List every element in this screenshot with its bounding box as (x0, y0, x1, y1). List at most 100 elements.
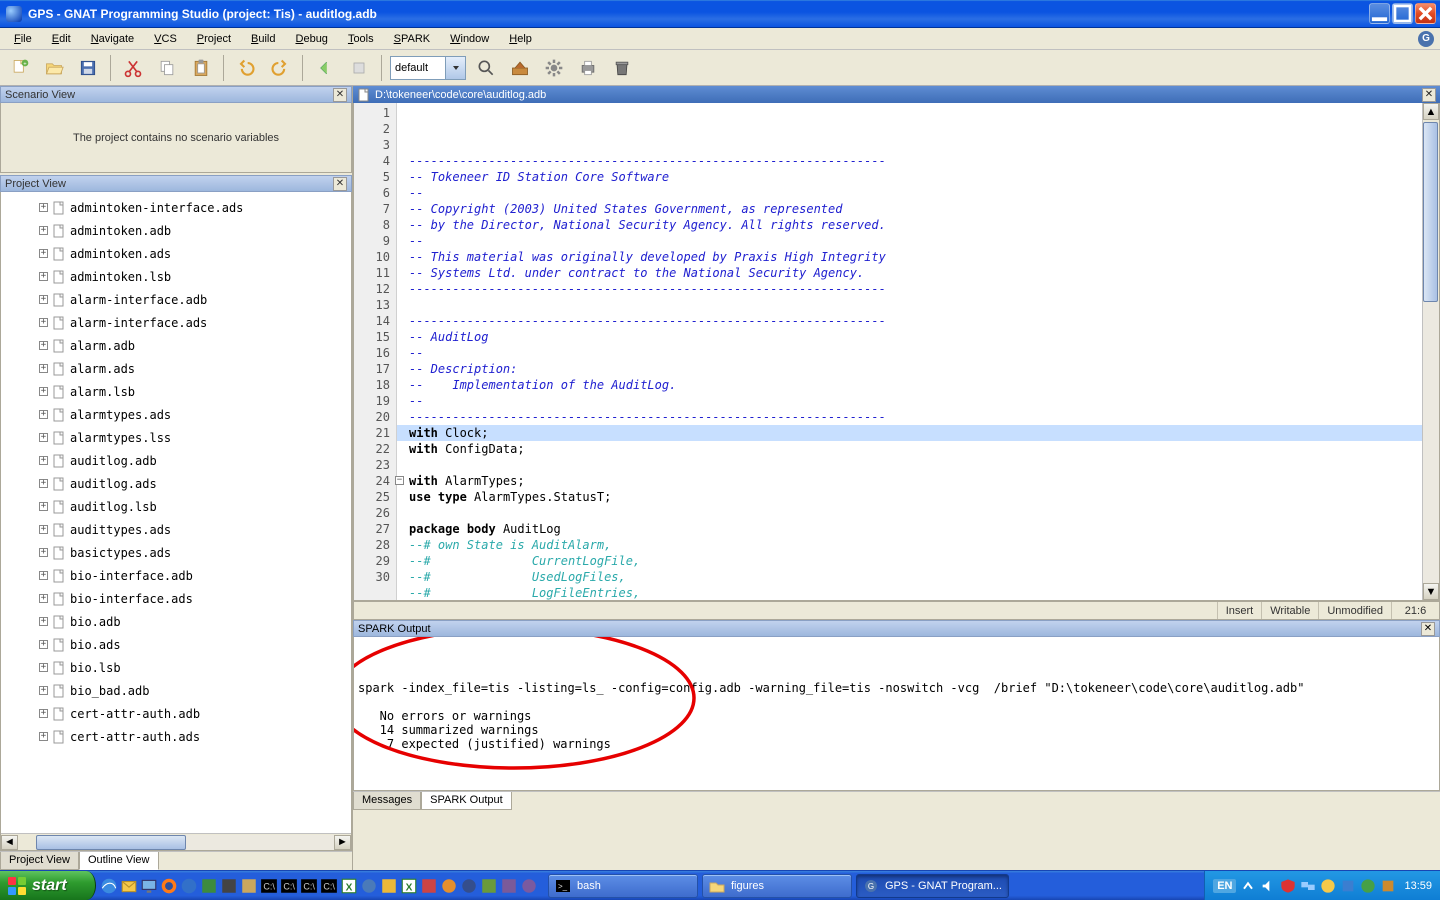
code-line[interactable]: -- Implementation of the AuditLog. (409, 377, 1422, 393)
code-line[interactable]: -- (409, 233, 1422, 249)
ql-app7-icon[interactable] (420, 877, 438, 895)
tray-app3-icon[interactable] (1360, 878, 1376, 894)
code-line[interactable]: ----------------------------------------… (409, 281, 1422, 297)
menu-help[interactable]: Help (501, 31, 540, 47)
ql-app1-icon[interactable] (200, 877, 218, 895)
target-combo[interactable] (390, 56, 466, 80)
ql-outlook-icon[interactable] (120, 877, 138, 895)
code-line[interactable]: with AlarmTypes; (409, 473, 1422, 489)
ql-term2-icon[interactable]: C:\ (280, 877, 298, 895)
print-button[interactable] (574, 54, 602, 82)
tree-expand-icon[interactable]: + (39, 709, 48, 718)
paste-button[interactable] (187, 54, 215, 82)
nav-forward-button[interactable] (345, 54, 373, 82)
tray-app4-icon[interactable] (1380, 878, 1396, 894)
tray-app2-icon[interactable] (1340, 878, 1356, 894)
tree-expand-icon[interactable]: + (39, 272, 48, 281)
cut-button[interactable] (119, 54, 147, 82)
menu-project[interactable]: Project (189, 31, 239, 47)
new-file-button[interactable]: + (6, 54, 34, 82)
redo-button[interactable] (266, 54, 294, 82)
tray-network-icon[interactable] (1300, 878, 1316, 894)
code-line[interactable]: with Clock; (409, 425, 1422, 441)
code-line[interactable]: use type AlarmTypes.StatusT; (409, 489, 1422, 505)
ql-thunderbird-icon[interactable] (180, 877, 198, 895)
start-button[interactable]: start (0, 871, 96, 900)
tray-app1-icon[interactable] (1320, 878, 1336, 894)
ql-app12-icon[interactable] (520, 877, 538, 895)
tree-expand-icon[interactable]: + (39, 387, 48, 396)
code-line[interactable]: -- Description: (409, 361, 1422, 377)
tree-expand-icon[interactable]: + (39, 663, 48, 672)
code-line[interactable]: -- Tokeneer ID Station Core Software (409, 169, 1422, 185)
ql-term3-icon[interactable]: C:\ (300, 877, 318, 895)
code-line[interactable]: ----------------------------------------… (409, 409, 1422, 425)
tree-expand-icon[interactable]: + (39, 318, 48, 327)
ql-desktop-icon[interactable] (140, 877, 158, 895)
code-line[interactable]: -- Copyright (2003) United States Govern… (409, 201, 1422, 217)
tree-file-item[interactable]: +bio-interface.adb (1, 564, 351, 587)
code-line[interactable]: ----------------------------------------… (409, 153, 1422, 169)
save-button[interactable] (74, 54, 102, 82)
code-line[interactable]: --# CurrentLogFile, (409, 553, 1422, 569)
scenario-close-button[interactable]: ✕ (333, 88, 347, 102)
scroll-right-icon[interactable]: ► (334, 835, 351, 850)
project-close-button[interactable]: ✕ (333, 177, 347, 191)
code-line[interactable]: -- (409, 345, 1422, 361)
tree-file-item[interactable]: +audittypes.ads (1, 518, 351, 541)
tree-file-item[interactable]: +admintoken.lsb (1, 265, 351, 288)
gear-button[interactable] (540, 54, 568, 82)
ql-excel2-icon[interactable]: X (400, 877, 418, 895)
tray-chevron-icon[interactable] (1240, 878, 1256, 894)
tree-expand-icon[interactable]: + (39, 525, 48, 534)
ql-app8-icon[interactable] (440, 877, 458, 895)
tree-expand-icon[interactable]: + (39, 686, 48, 695)
output-body[interactable]: spark -index_file=tis -listing=ls_ -conf… (353, 637, 1440, 791)
tree-expand-icon[interactable]: + (39, 249, 48, 258)
tree-file-item[interactable]: +admintoken.ads (1, 242, 351, 265)
code-line[interactable]: with ConfigData; (409, 441, 1422, 457)
tree-file-item[interactable]: +auditlog.adb (1, 449, 351, 472)
code-line[interactable]: -- (409, 185, 1422, 201)
tree-file-item[interactable]: +auditlog.ads (1, 472, 351, 495)
ql-firefox-icon[interactable] (160, 877, 178, 895)
menu-tools[interactable]: Tools (340, 31, 382, 47)
tree-file-item[interactable]: +admintoken.adb (1, 219, 351, 242)
trash-button[interactable] (608, 54, 636, 82)
tree-expand-icon[interactable]: + (39, 410, 48, 419)
tab-messages[interactable]: Messages (353, 792, 421, 810)
tree-expand-icon[interactable]: + (39, 341, 48, 350)
window-close-button[interactable] (1415, 3, 1436, 24)
scroll-down-icon[interactable]: ▼ (1423, 583, 1439, 600)
menu-spark[interactable]: SPARK (386, 31, 438, 47)
menu-build[interactable]: Build (243, 31, 283, 47)
copy-button[interactable] (153, 54, 181, 82)
code-editor[interactable]: 123456789101112131415161718192021222324−… (353, 103, 1440, 601)
menu-file[interactable]: File (6, 31, 40, 47)
project-tree[interactable]: +admintoken-interface.ads+admintoken.adb… (1, 192, 351, 833)
tree-expand-icon[interactable]: + (39, 502, 48, 511)
menu-navigate[interactable]: Navigate (83, 31, 142, 47)
scroll-left-icon[interactable]: ◄ (1, 835, 18, 850)
tree-file-item[interactable]: +alarm.ads (1, 357, 351, 380)
scroll-up-icon[interactable]: ▲ (1423, 103, 1439, 120)
ql-app5-icon[interactable] (360, 877, 378, 895)
editor-close-button[interactable]: ✕ (1422, 88, 1436, 102)
tree-expand-icon[interactable]: + (39, 295, 48, 304)
code-line[interactable] (409, 505, 1422, 521)
tray-shield-icon[interactable] (1280, 878, 1296, 894)
menu-window[interactable]: Window (442, 31, 497, 47)
ql-ie-icon[interactable] (100, 877, 118, 895)
tree-file-item[interactable]: +alarm.adb (1, 334, 351, 357)
tray-clock[interactable]: 13:59 (1404, 880, 1432, 892)
ql-app3-icon[interactable] (240, 877, 258, 895)
tree-expand-icon[interactable]: + (39, 479, 48, 488)
undo-button[interactable] (232, 54, 260, 82)
code-line[interactable]: -- (409, 393, 1422, 409)
tree-expand-icon[interactable]: + (39, 226, 48, 235)
tree-file-item[interactable]: +cert-attr-auth.adb (1, 702, 351, 725)
nav-back-button[interactable] (311, 54, 339, 82)
tree-file-item[interactable]: +alarm-interface.adb (1, 288, 351, 311)
code-line[interactable] (409, 457, 1422, 473)
output-close-button[interactable]: ✕ (1421, 622, 1435, 636)
